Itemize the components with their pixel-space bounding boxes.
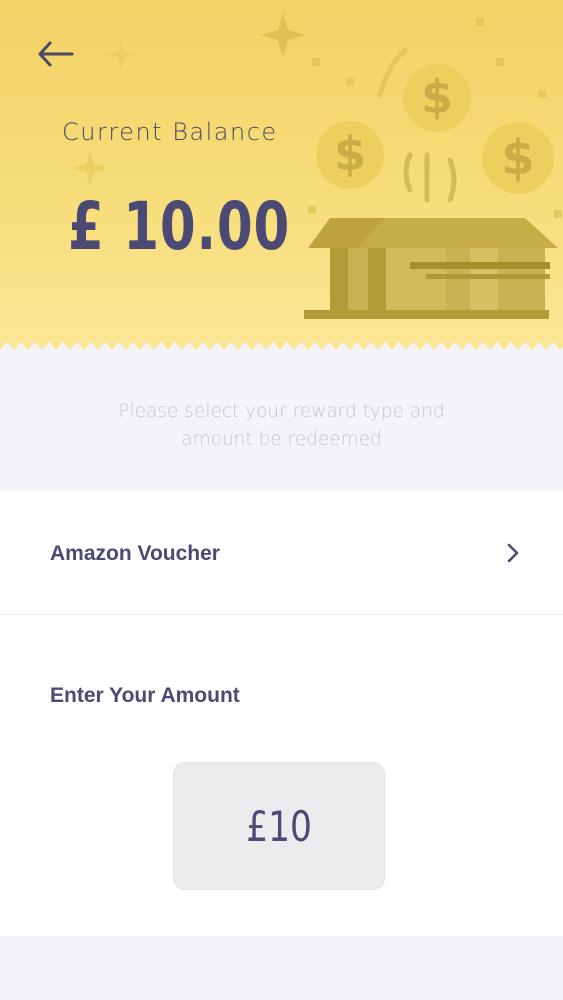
reward-type-label: Amazon Voucher — [50, 542, 220, 565]
dollar-coin-icon: $ — [482, 122, 554, 194]
balance-amount: £ 10.00 — [68, 188, 291, 265]
amount-heading: Enter Your Amount — [50, 684, 240, 707]
reward-type-selector[interactable]: Amazon Voucher — [0, 490, 563, 615]
dollar-coin-icon: $ — [316, 121, 384, 189]
dollar-coin-icon: $ — [403, 64, 471, 132]
reward-panel: Amazon Voucher Enter Your Amount £10 — [0, 490, 563, 936]
back-button[interactable] — [32, 34, 78, 74]
footer-area — [0, 936, 563, 1000]
amount-input[interactable]: £10 — [173, 762, 385, 890]
instruction-line-2: amount be redeemed — [181, 429, 382, 450]
amount-value: £10 — [246, 801, 312, 851]
svg-text:$: $ — [501, 130, 534, 186]
balance-header: Current Balance £ 10.00 $ $ $ — [0, 0, 563, 360]
svg-text:$: $ — [334, 127, 366, 181]
chevron-right-icon — [507, 543, 519, 563]
instruction-text: Please select your reward type and amoun… — [0, 398, 563, 454]
treasure-box-illustration: $ $ $ — [304, 18, 562, 319]
svg-text:$: $ — [421, 70, 453, 124]
balance-label: Current Balance — [62, 118, 278, 146]
sparkle-icon — [106, 40, 136, 70]
sparkle-icon — [72, 150, 108, 186]
instruction-line-1: Please select your reward type and — [118, 401, 445, 422]
back-arrow-icon — [38, 41, 74, 67]
zigzag-edge — [0, 342, 563, 360]
